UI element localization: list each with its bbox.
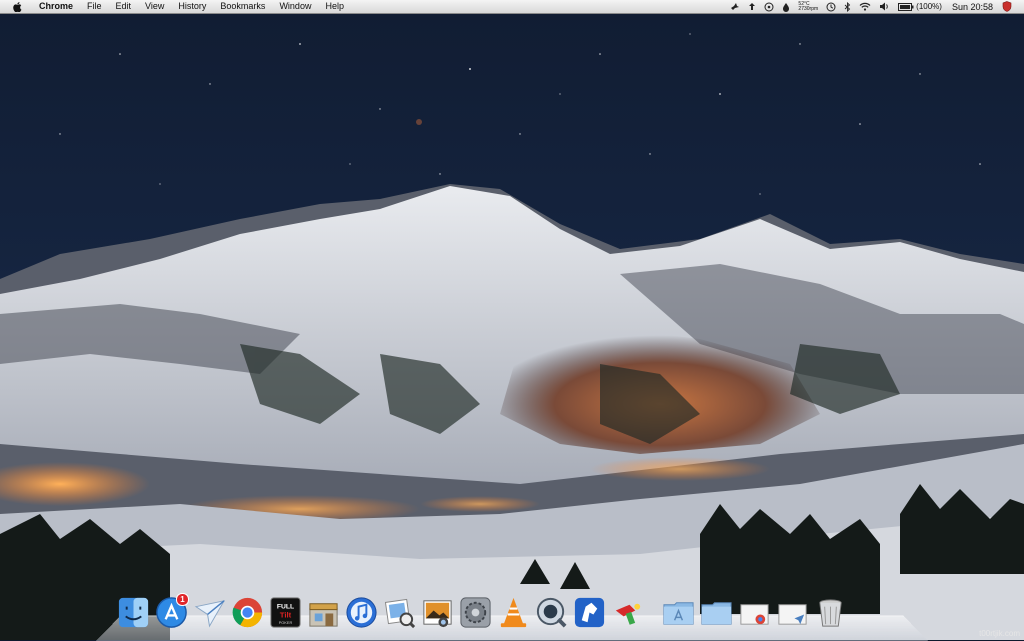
volume-icon[interactable] [879, 0, 890, 13]
system-preferences-icon[interactable] [458, 595, 493, 630]
apple-icon[interactable] [10, 1, 24, 12]
svg-text:POKER: POKER [279, 620, 293, 625]
store-icon[interactable] [306, 595, 341, 630]
menu-file[interactable]: File [80, 0, 109, 13]
menu-app-name[interactable]: Chrome [32, 0, 80, 13]
menu-bookmarks[interactable]: Bookmarks [213, 0, 272, 13]
clock[interactable]: Sun 20:58 [952, 2, 993, 12]
sensor-fan-speed: 2730rpm [798, 5, 819, 12]
mail-stack-icon[interactable] [775, 595, 810, 630]
svg-text:Tilt: Tilt [280, 610, 292, 619]
temperature-sensor[interactable]: 52°C 2730rpm [798, 1, 819, 12]
menu-edit[interactable]: Edit [109, 0, 139, 13]
bluetooth-icon[interactable] [844, 0, 851, 13]
time-machine-icon[interactable] [826, 0, 836, 13]
battery-icon[interactable]: (100%) [898, 0, 942, 13]
menu-bar: Chrome File Edit View History Bookmarks … [0, 0, 1024, 14]
desktop-wallpaper [0, 14, 1024, 640]
downloads-stack-icon[interactable] [737, 595, 772, 630]
quicktime-icon[interactable] [534, 595, 569, 630]
menu-history[interactable]: History [171, 0, 213, 13]
dock-separator [648, 595, 658, 630]
dock: 1 FULL Tilt POKER [116, 588, 851, 630]
status-area: 52°C 2730rpm (100%) Sun 20:58 [726, 0, 1024, 13]
drop-icon[interactable] [782, 0, 790, 13]
sparrow-icon[interactable] [192, 595, 227, 630]
chrome-icon[interactable] [230, 595, 265, 630]
app-store-icon[interactable]: 1 [154, 593, 189, 630]
preview-icon[interactable] [382, 595, 417, 630]
vlc-icon[interactable] [496, 595, 531, 630]
wifi-icon[interactable] [859, 0, 871, 13]
iphoto-icon[interactable] [420, 595, 455, 630]
shield-icon[interactable] [1002, 0, 1012, 13]
transmit-icon[interactable] [572, 595, 607, 630]
full-tilt-poker-icon[interactable]: FULL Tilt POKER [268, 595, 303, 630]
documents-folder-icon[interactable] [699, 595, 734, 630]
app-store-badge: 1 [176, 593, 189, 606]
watermark: t00rtjik.com [979, 629, 1020, 638]
finder-icon[interactable] [116, 595, 151, 630]
applications-folder-icon[interactable] [661, 595, 696, 630]
trash-icon[interactable] [813, 595, 848, 630]
menu-window[interactable]: Window [272, 0, 318, 13]
zapper-icon[interactable] [610, 595, 645, 630]
itunes-icon[interactable] [344, 595, 379, 630]
lamp-icon[interactable] [748, 0, 756, 13]
compass-icon[interactable] [764, 0, 774, 13]
menu-help[interactable]: Help [318, 0, 351, 13]
bird-icon[interactable] [730, 0, 740, 13]
menu-view[interactable]: View [138, 0, 171, 13]
battery-percentage: (100%) [916, 2, 942, 11]
